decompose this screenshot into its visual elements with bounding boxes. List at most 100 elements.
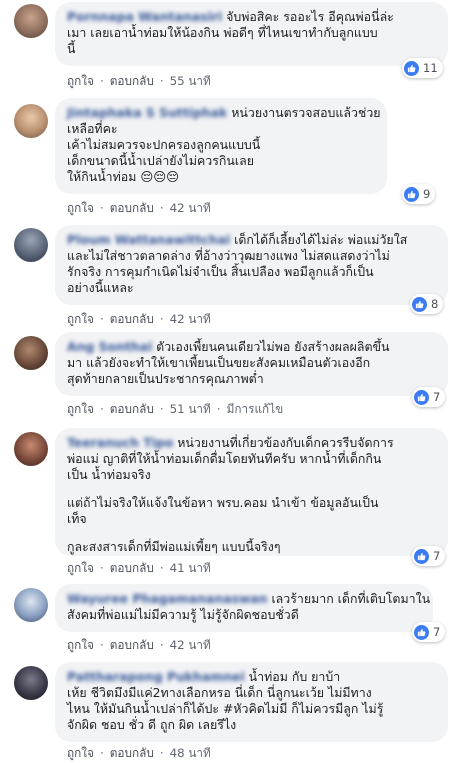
avatar[interactable] <box>14 4 48 38</box>
comment-text: ไหน ให้มันกินน้ำเปล่าก็ได้ปะ #หัวคิดไม่ม… <box>67 701 384 716</box>
reply-button[interactable]: ตอบกลับ <box>110 561 154 575</box>
like-icon <box>414 624 429 640</box>
comment-text: สังคมที่พ่อแม่ไม่มีความรู้ ไม่รู้จักผิดช… <box>67 607 299 622</box>
edited-label[interactable]: มีการแก้ไข <box>227 402 284 416</box>
reaction-count[interactable]: 7 <box>412 622 446 642</box>
comment-text: เลวร้ายมาก เด็กที่เติบโตมาใน <box>271 591 431 606</box>
separator-dot: · <box>99 561 104 575</box>
reply-button[interactable]: ตอบกลับ <box>110 312 154 326</box>
comment-actions: ถูกใจ · ตอบกลับ · 41 นาที <box>67 559 211 578</box>
comment-bubble: Wayuree Phagamananaswan เลวร้ายมาก เด็กท… <box>55 584 433 632</box>
comment-spacer <box>67 527 436 539</box>
reaction-count-number: 11 <box>423 61 438 75</box>
comment-text: พ่อแม่ ญาติที่ให้น้ำท่อมเด็กดื่มโดยทันที… <box>67 451 382 466</box>
comment-bubble: Jintaphaka S Suttiphak หน่วยงานตรวจสอบแล… <box>55 98 387 194</box>
comment-actions: ถูกใจ · ตอบกลับ · 42 นาที <box>67 636 211 655</box>
comment-text: เห้ย ชีวิตมึงมีแค่2ทางเลือกหรอ นี่เด็ก น… <box>67 685 372 700</box>
comment-actions: ถูกใจ · ตอบกลับ · 55 นาที <box>67 72 211 91</box>
reply-button[interactable]: ตอบกลับ <box>110 201 154 215</box>
comment-text: ให้กินน้ำท่อม 😔😔😔 <box>67 169 180 184</box>
commenter-name[interactable]: Jintaphaka S Suttiphak <box>67 105 227 120</box>
comment-text: จักผิด ชอบ ชั่ว ดี ถูก ผิด เลยรึไง <box>67 717 237 732</box>
separator-dot: · <box>159 201 164 215</box>
timestamp[interactable]: 41 นาที <box>170 561 211 575</box>
like-icon <box>404 60 419 76</box>
avatar[interactable] <box>14 104 48 138</box>
separator-dot: · <box>99 746 104 760</box>
commenter-name[interactable]: Pattharapong Pukhamnei <box>67 669 245 684</box>
timestamp[interactable]: 51 นาที <box>170 402 211 416</box>
comment-text: สุดท้ายกลายเป็นประชากรคุณภาพต่ำ <box>67 371 264 386</box>
reaction-count-number: 7 <box>433 390 441 404</box>
like-icon <box>404 186 419 202</box>
comment-text: หน่วยงานตรวจสอบแล้วช่วย <box>231 105 381 120</box>
comment-bubble: Ang Sonthai ตัวเองเพี้ยนคนเดียวไม่พอ ยัง… <box>55 332 448 396</box>
separator-dot: · <box>159 746 164 760</box>
reaction-count-number: 7 <box>433 625 441 639</box>
separator-dot: · <box>159 638 164 652</box>
like-icon <box>414 389 429 405</box>
comment-text: รักจริง การคุมกำเนิดไม่จำเป็น สิ้นเปลือง… <box>67 264 374 279</box>
reply-button[interactable]: ตอบกลับ <box>110 746 154 760</box>
like-button[interactable]: ถูกใจ <box>67 312 94 326</box>
separator-dot: · <box>99 201 104 215</box>
commenter-name[interactable]: Wayuree Phagamananaswan <box>67 591 267 606</box>
comment-text: น้ำท่อม กับ ยาบ้า <box>248 669 341 684</box>
comment-text: นี้ <box>67 41 76 56</box>
avatar[interactable] <box>14 666 48 700</box>
separator-dot: · <box>99 74 104 88</box>
comment-bubble: Pornnapa Wantanasiri จับพ่อสิคะ รออะไร อ… <box>55 2 448 66</box>
like-icon <box>414 548 429 564</box>
reaction-count[interactable]: 7 <box>412 387 446 407</box>
like-button[interactable]: ถูกใจ <box>67 561 94 575</box>
comment-text: แต่ถ้าไม่จริงให้แจ้งในข้อหา พรบ.คอม นำเข… <box>67 495 379 510</box>
comment-text: เด็กขนาดนี้น้ำเปล่ายังไม่ควรกินเลย <box>67 153 254 168</box>
comment-text: จับพ่อสิคะ รออะไร อีคุณพ่อนี่ล่ะ <box>226 9 394 24</box>
reply-button[interactable]: ตอบกลับ <box>110 638 154 652</box>
commenter-name[interactable]: Ploum Wattanawittchai <box>67 232 230 247</box>
separator-dot: · <box>159 312 164 326</box>
avatar[interactable] <box>14 588 48 622</box>
reply-button[interactable]: ตอบกลับ <box>110 74 154 88</box>
like-button[interactable]: ถูกใจ <box>67 402 94 416</box>
separator-dot: · <box>99 402 104 416</box>
commenter-name[interactable]: Teeranuch Tipo <box>67 435 173 450</box>
avatar[interactable] <box>14 432 48 466</box>
comment-text: เมา เลยเอาน้ำท่อมให้น้องกิน พ่อดีๆ ที่ไห… <box>67 25 378 40</box>
comment-actions: ถูกใจ · ตอบกลับ · 42 นาที <box>67 199 211 218</box>
comment-spacer <box>67 483 436 495</box>
commenter-name[interactable]: Ang Sonthai <box>67 339 152 354</box>
like-button[interactable]: ถูกใจ <box>67 638 94 652</box>
separator-dot: · <box>216 402 221 416</box>
like-button[interactable]: ถูกใจ <box>67 74 94 88</box>
comment-bubble: Pattharapong Pukhamnei น้ำท่อม กับ ยาบ้า… <box>55 662 448 742</box>
comment-text: หน่วยงานที่เกี่ยวข้องกับเด็กควรรีบจัดการ <box>177 435 394 450</box>
timestamp[interactable]: 42 นาที <box>170 312 211 326</box>
comment-text: ตัวเองเพี้ยนคนเดียวไม่พอ ยังสร้างผลผลิตข… <box>156 339 390 354</box>
comment-text: และไม่ใส่ชาวตลาดล่าง ที่อ้างว่าวุฒยางแพง… <box>67 248 390 263</box>
timestamp[interactable]: 55 นาที <box>170 74 211 88</box>
commenter-name[interactable]: Pornnapa Wantanasiri <box>67 9 222 24</box>
reaction-count[interactable]: 11 <box>402 58 443 78</box>
avatar[interactable] <box>14 228 48 262</box>
separator-dot: · <box>99 312 104 326</box>
reaction-count-number: 7 <box>433 549 441 563</box>
comment-text: เป็น น้ำท่อมจริง <box>67 467 151 482</box>
reaction-count-number: 8 <box>431 297 439 311</box>
reply-button[interactable]: ตอบกลับ <box>110 402 154 416</box>
timestamp[interactable]: 42 นาที <box>170 201 211 215</box>
like-button[interactable]: ถูกใจ <box>67 201 94 215</box>
like-button[interactable]: ถูกใจ <box>67 746 94 760</box>
comment-bubble: Ploum Wattanawittchai เด็กได้ก็เลี้ยงได้… <box>55 225 448 305</box>
comment-text: เหลือที่คะ <box>67 121 118 136</box>
comment-text: เท็จ <box>67 511 87 526</box>
timestamp[interactable]: 42 นาที <box>170 638 211 652</box>
reaction-count[interactable]: 8 <box>410 294 444 314</box>
separator-dot: · <box>99 638 104 652</box>
comment-actions: ถูกใจ · ตอบกลับ · 51 นาที · มีการแก้ไข <box>67 400 283 419</box>
comment-text: เค้าไม่สมควรจะปกครองลูกคนแบบนี้ <box>67 137 261 152</box>
timestamp[interactable]: 48 นาที <box>170 746 211 760</box>
reaction-count[interactable]: 9 <box>402 184 436 204</box>
avatar[interactable] <box>14 336 48 370</box>
reaction-count[interactable]: 7 <box>412 546 446 566</box>
